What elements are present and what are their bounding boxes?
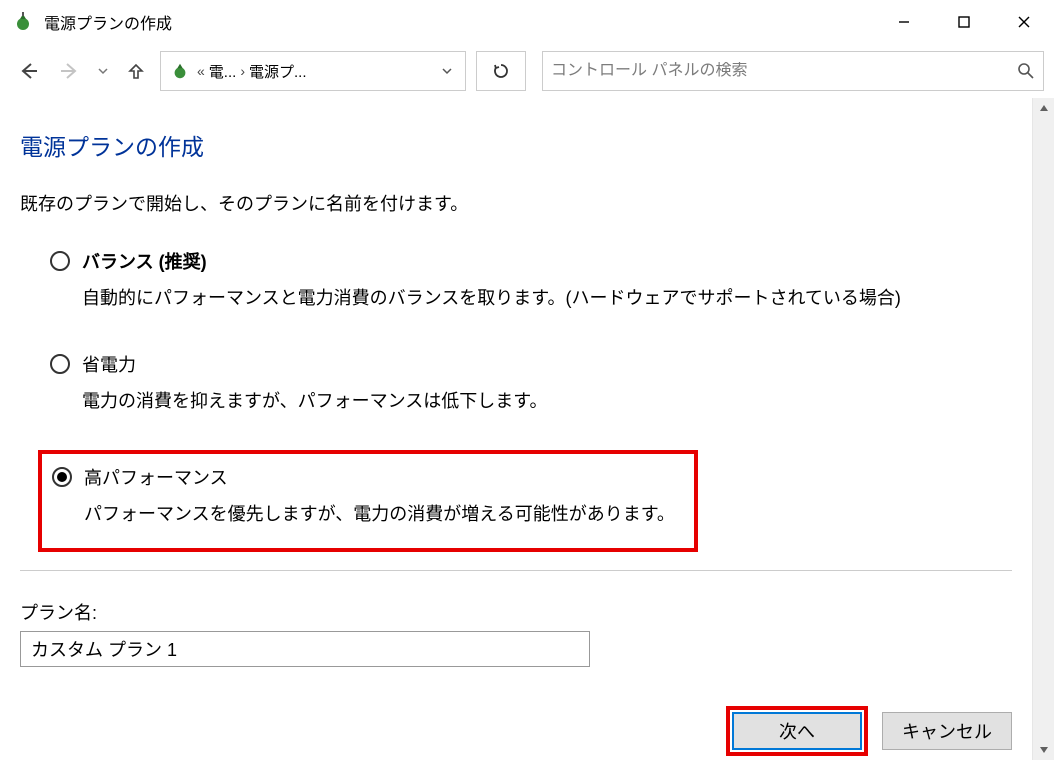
cancel-button[interactable]: キャンセル	[882, 712, 1012, 750]
plan-name-label: プラン名:	[20, 599, 1012, 625]
breadcrumb[interactable]: « 電... › 電源プ...	[160, 51, 466, 91]
option-power-saver[interactable]: 省電力 電力の消費を抑えますが、パフォーマンスは低下します。	[46, 347, 1012, 420]
radio-power-saver[interactable]	[50, 354, 70, 374]
breadcrumb-icon	[169, 60, 191, 82]
up-button[interactable]	[118, 53, 154, 89]
chevron-left-icon: «	[195, 63, 207, 79]
radio-balance[interactable]	[50, 251, 70, 271]
scrollbar[interactable]	[1032, 98, 1054, 760]
next-button[interactable]: 次へ	[732, 712, 862, 750]
chevron-right-icon: ›	[238, 63, 247, 79]
minimize-button[interactable]	[874, 0, 934, 44]
forward-button[interactable]	[52, 53, 88, 89]
back-button[interactable]	[10, 53, 46, 89]
footer-buttons: 次へ キャンセル	[726, 706, 1012, 756]
close-button[interactable]	[994, 0, 1054, 44]
search-icon[interactable]	[1009, 62, 1035, 80]
page-title: 電源プランの作成	[20, 128, 1012, 162]
option-power-saver-desc: 電力の消費を抑えますが、パフォーマンスは低下します。	[82, 387, 1008, 416]
option-balance-desc: 自動的にパフォーマンスと電力消費のバランスを取ります。(ハードウェアでサポートさ…	[82, 284, 1008, 313]
recent-dropdown-icon[interactable]	[94, 53, 112, 89]
breadcrumb-seg-2[interactable]: 電源プ...	[247, 61, 309, 82]
next-button-highlight: 次へ	[726, 706, 868, 756]
option-high-performance-label: 高パフォーマンス	[84, 464, 228, 490]
nav-row: « 電... › 電源プ...	[0, 44, 1054, 98]
scroll-down-icon[interactable]	[1038, 744, 1050, 756]
radio-high-performance[interactable]	[52, 467, 72, 487]
refresh-button[interactable]	[476, 51, 526, 91]
content-area: 電源プランの作成 既存のプランで開始し、そのプランに名前を付けます。 バランス …	[0, 98, 1032, 760]
titlebar: 電源プランの作成	[0, 0, 1054, 44]
divider	[20, 570, 1012, 571]
breadcrumb-seg-1[interactable]: 電...	[207, 61, 239, 82]
search-box[interactable]	[542, 51, 1044, 91]
window-title: 電源プランの作成	[44, 10, 172, 34]
option-balance[interactable]: バランス (推奨) 自動的にパフォーマンスと電力消費のバランスを取ります。(ハー…	[46, 244, 1012, 317]
maximize-button[interactable]	[934, 0, 994, 44]
search-input[interactable]	[551, 62, 1009, 80]
chevron-down-icon[interactable]	[433, 65, 461, 77]
plan-name-input[interactable]	[20, 631, 590, 667]
option-high-performance-desc: パフォーマンスを優先しますが、電力の消費が増える可能性があります。	[84, 500, 684, 529]
page-subtitle: 既存のプランで開始し、そのプランに名前を付けます。	[20, 190, 1012, 216]
scroll-up-icon[interactable]	[1038, 102, 1050, 114]
option-high-performance[interactable]: 高パフォーマンス パフォーマンスを優先しますが、電力の消費が増える可能性がありま…	[38, 450, 698, 553]
option-power-saver-label: 省電力	[82, 351, 136, 377]
app-icon	[12, 11, 34, 33]
option-balance-label: バランス (推奨)	[82, 248, 207, 274]
